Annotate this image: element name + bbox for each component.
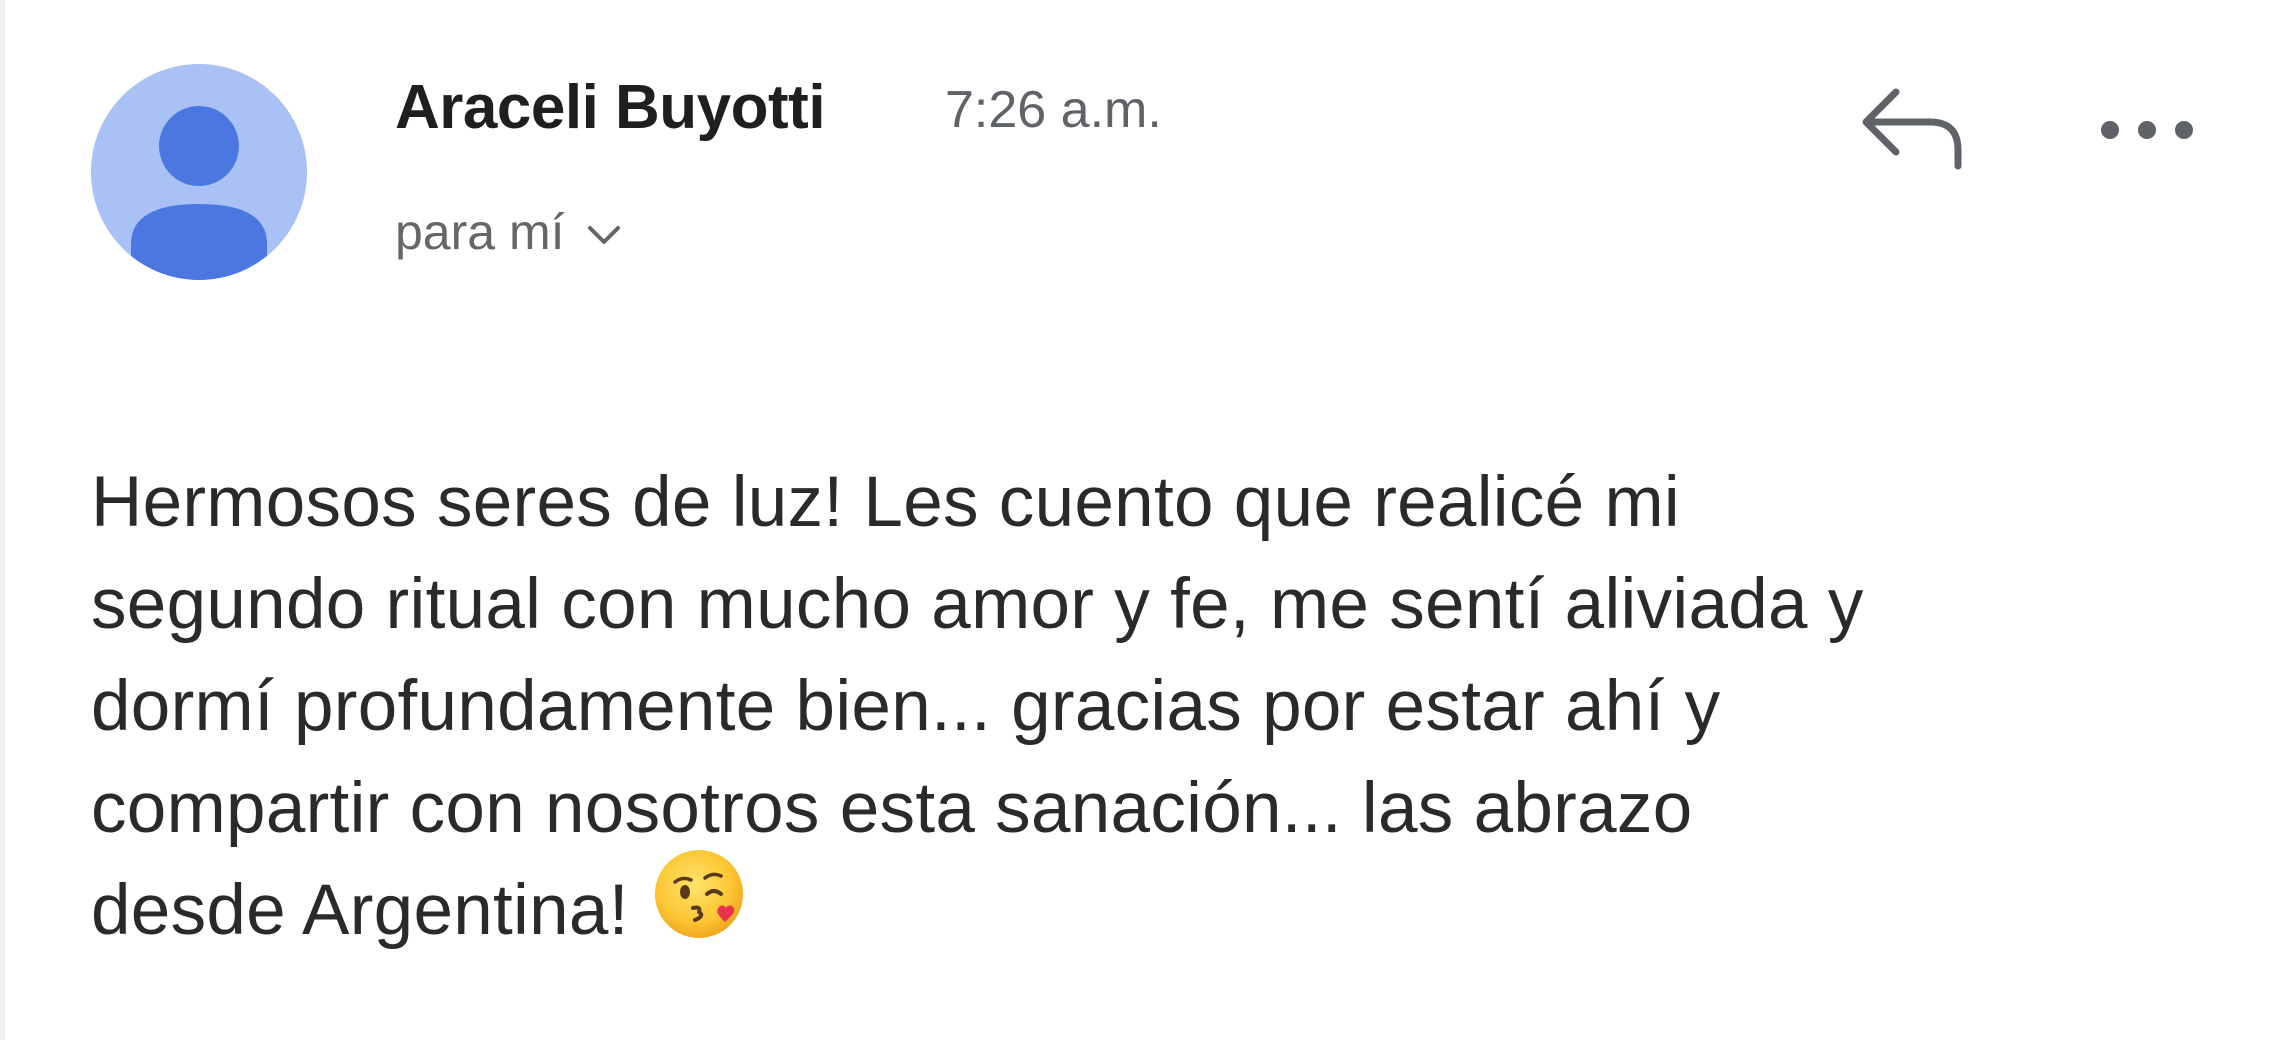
timestamp: 7:26 a.m. bbox=[945, 81, 1162, 139]
more-horizontal-icon bbox=[2101, 121, 2193, 139]
reply-button[interactable] bbox=[1858, 82, 1968, 182]
email-body-line: compartir con nosotros esta sanación... … bbox=[91, 769, 1693, 848]
recipient-details-toggle[interactable]: para mí bbox=[395, 202, 621, 262]
reply-icon bbox=[1862, 88, 1962, 170]
chevron-down-icon bbox=[587, 224, 621, 251]
email-body: Hermosos seres de luz! Les cuento que re… bbox=[91, 452, 2241, 970]
default-person-avatar-icon bbox=[131, 106, 267, 280]
face-blowing-a-kiss-icon bbox=[653, 846, 749, 970]
email-body-line: desde Argentina! bbox=[91, 871, 629, 950]
email-body-line-last: desde Argentina! bbox=[91, 850, 2241, 970]
email-body-line: dormí profundamente bien... gracias por … bbox=[91, 667, 1721, 746]
left-edge-divider bbox=[0, 0, 5, 1040]
recipient-label: para mí bbox=[395, 204, 565, 260]
email-body-line: segundo ritual con mucho amor y fe, me s… bbox=[91, 565, 1864, 644]
more-options-button[interactable] bbox=[2092, 100, 2202, 160]
email-body-line: Hermosos seres de luz! Les cuento que re… bbox=[91, 463, 1680, 542]
sender-name: Araceli Buyotti bbox=[395, 73, 826, 142]
sender-avatar[interactable] bbox=[91, 64, 307, 280]
